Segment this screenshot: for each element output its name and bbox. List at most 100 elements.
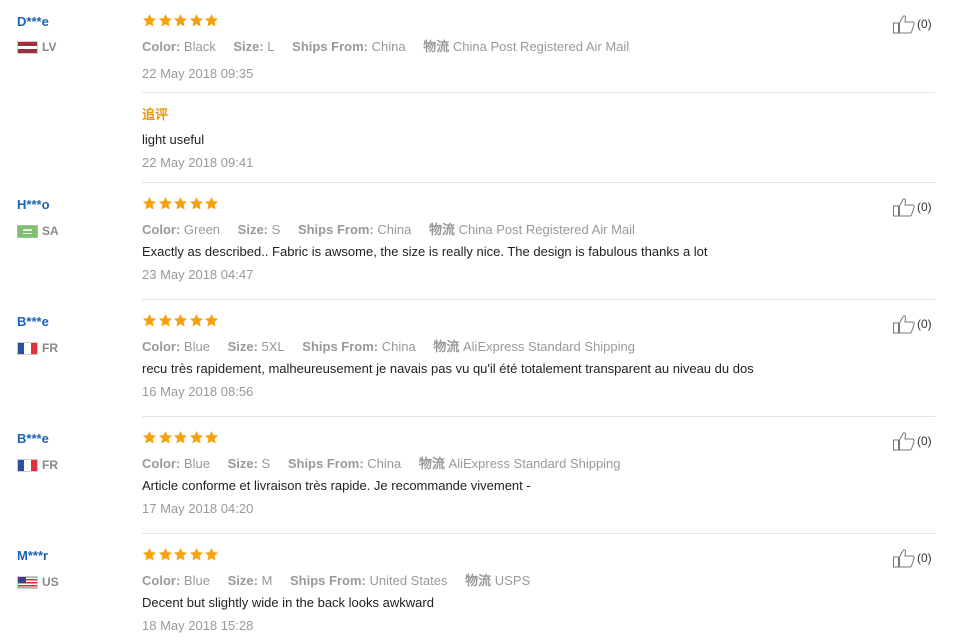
star-icon: [158, 13, 172, 27]
reviewer-name[interactable]: B***e: [17, 314, 49, 329]
ships-from-value: China: [377, 222, 412, 237]
france-flag-icon: [17, 341, 38, 355]
order-info: Color: Green Size: S Ships From: China 物…: [142, 219, 635, 238]
star-rating: [142, 430, 220, 446]
star-icon: [142, 196, 157, 210]
like-button[interactable]: (0): [893, 14, 932, 34]
ships-from-label: Ships From:: [287, 456, 364, 471]
size-label: Size:: [227, 339, 258, 354]
reviewer-country: SA: [17, 224, 59, 238]
ships-from-value: United States: [369, 573, 448, 588]
color-label: Color:: [142, 39, 181, 54]
color-value: Blue: [183, 456, 210, 471]
star-icon: [173, 13, 188, 27]
color-value: Green: [183, 222, 221, 237]
star-icon: [204, 196, 219, 210]
usa-flag-icon: [17, 575, 38, 589]
country-code: LV: [42, 40, 57, 54]
color-label: Color:: [142, 456, 181, 471]
followup-date: 22 May 2018 09:41: [142, 155, 254, 170]
star-rating: [142, 313, 220, 329]
saudi-arabia-flag-icon: [17, 224, 38, 238]
color-value: Blue: [183, 339, 210, 354]
size-value: S: [271, 222, 281, 237]
country-code: US: [42, 575, 59, 589]
review-text: Decent but slightly wide in the back loo…: [142, 595, 434, 610]
ships-from-value: China: [367, 456, 402, 471]
star-rating: [142, 196, 220, 212]
size-value: 5XL: [261, 339, 285, 354]
ships-from-label: Ships From:: [290, 573, 366, 588]
ships-from-value: China: [381, 339, 416, 354]
size-label: Size:: [237, 222, 269, 237]
review-text: Article conforme et livraison très rapid…: [142, 478, 531, 493]
latvia-flag-icon: [17, 40, 38, 54]
star-icon: [142, 547, 157, 561]
reviewer-country: FR: [17, 341, 58, 355]
size-value: S: [261, 456, 271, 471]
review-date: 18 May 2018 15:28: [142, 618, 254, 633]
star-icon: [173, 430, 188, 444]
star-icon: [189, 196, 203, 210]
like-button[interactable]: (0): [893, 548, 932, 568]
color-label: Color:: [142, 222, 181, 237]
order-info: Color: Blue Size: M Ships From: United S…: [142, 570, 530, 589]
review-separator: [142, 182, 935, 183]
shipping-method: AliExpress Standard Shipping: [448, 456, 621, 471]
reviewer-country: US: [17, 575, 59, 589]
order-info: Color: Blue Size: 5XL Ships From: China …: [142, 336, 635, 355]
color-label: Color:: [142, 573, 181, 588]
reviewer-name[interactable]: B***e: [17, 431, 49, 446]
star-icon: [189, 13, 203, 27]
shipping-method: China Post Registered Air Mail: [458, 222, 635, 237]
star-icon: [173, 196, 188, 210]
star-icon: [189, 547, 203, 561]
star-icon: [142, 313, 157, 327]
review-date: 16 May 2018 08:56: [142, 384, 254, 399]
star-rating: [142, 547, 220, 563]
reviewer-name[interactable]: M***r: [17, 548, 48, 563]
star-icon: [173, 313, 188, 327]
ships-from-value: China: [371, 39, 406, 54]
shipping-method: AliExpress Standard Shipping: [463, 339, 635, 354]
size-label: Size:: [233, 39, 264, 54]
star-icon: [204, 547, 219, 561]
star-icon: [142, 430, 157, 444]
star-icon: [204, 313, 219, 327]
country-code: SA: [42, 224, 59, 238]
size-label: Size:: [227, 573, 258, 588]
logistics-label: 物流: [433, 339, 460, 354]
review-separator: [142, 416, 935, 417]
size-value: M: [261, 573, 273, 588]
review-separator: [142, 299, 935, 300]
size-value: L: [267, 39, 275, 54]
review-date: 23 May 2018 04:47: [142, 267, 254, 282]
star-icon: [158, 430, 172, 444]
reviewer-country: LV: [17, 40, 56, 54]
review-date: 17 May 2018 04:20: [142, 501, 254, 516]
ships-from-label: Ships From:: [292, 39, 368, 54]
france-flag-icon: [17, 458, 38, 472]
shipping-method: USPS: [494, 573, 531, 588]
followup-label: 追评: [142, 107, 169, 122]
star-icon: [204, 430, 219, 444]
star-icon: [142, 13, 157, 27]
like-button[interactable]: (0): [893, 314, 932, 334]
star-icon: [173, 547, 188, 561]
review-text: recu très rapidement, malheureusement je…: [142, 361, 754, 376]
reviewer-name[interactable]: H***o: [17, 197, 50, 212]
order-info: Color: Black Size: L Ships From: China 物…: [142, 36, 629, 55]
thumbs-up-icon: [893, 15, 915, 34]
reviewer-name[interactable]: D***e: [17, 14, 49, 29]
thumbs-up-icon: [893, 315, 915, 334]
like-count: (0): [917, 317, 932, 331]
ships-from-label: Ships From:: [297, 222, 374, 237]
star-icon: [158, 196, 172, 210]
logistics-label: 物流: [429, 222, 456, 237]
review-date: 22 May 2018 09:35: [142, 66, 254, 81]
like-button[interactable]: (0): [893, 197, 932, 217]
star-icon: [158, 313, 172, 327]
like-count: (0): [917, 551, 932, 565]
like-button[interactable]: (0): [893, 431, 932, 451]
ships-from-label: Ships From:: [302, 339, 379, 354]
